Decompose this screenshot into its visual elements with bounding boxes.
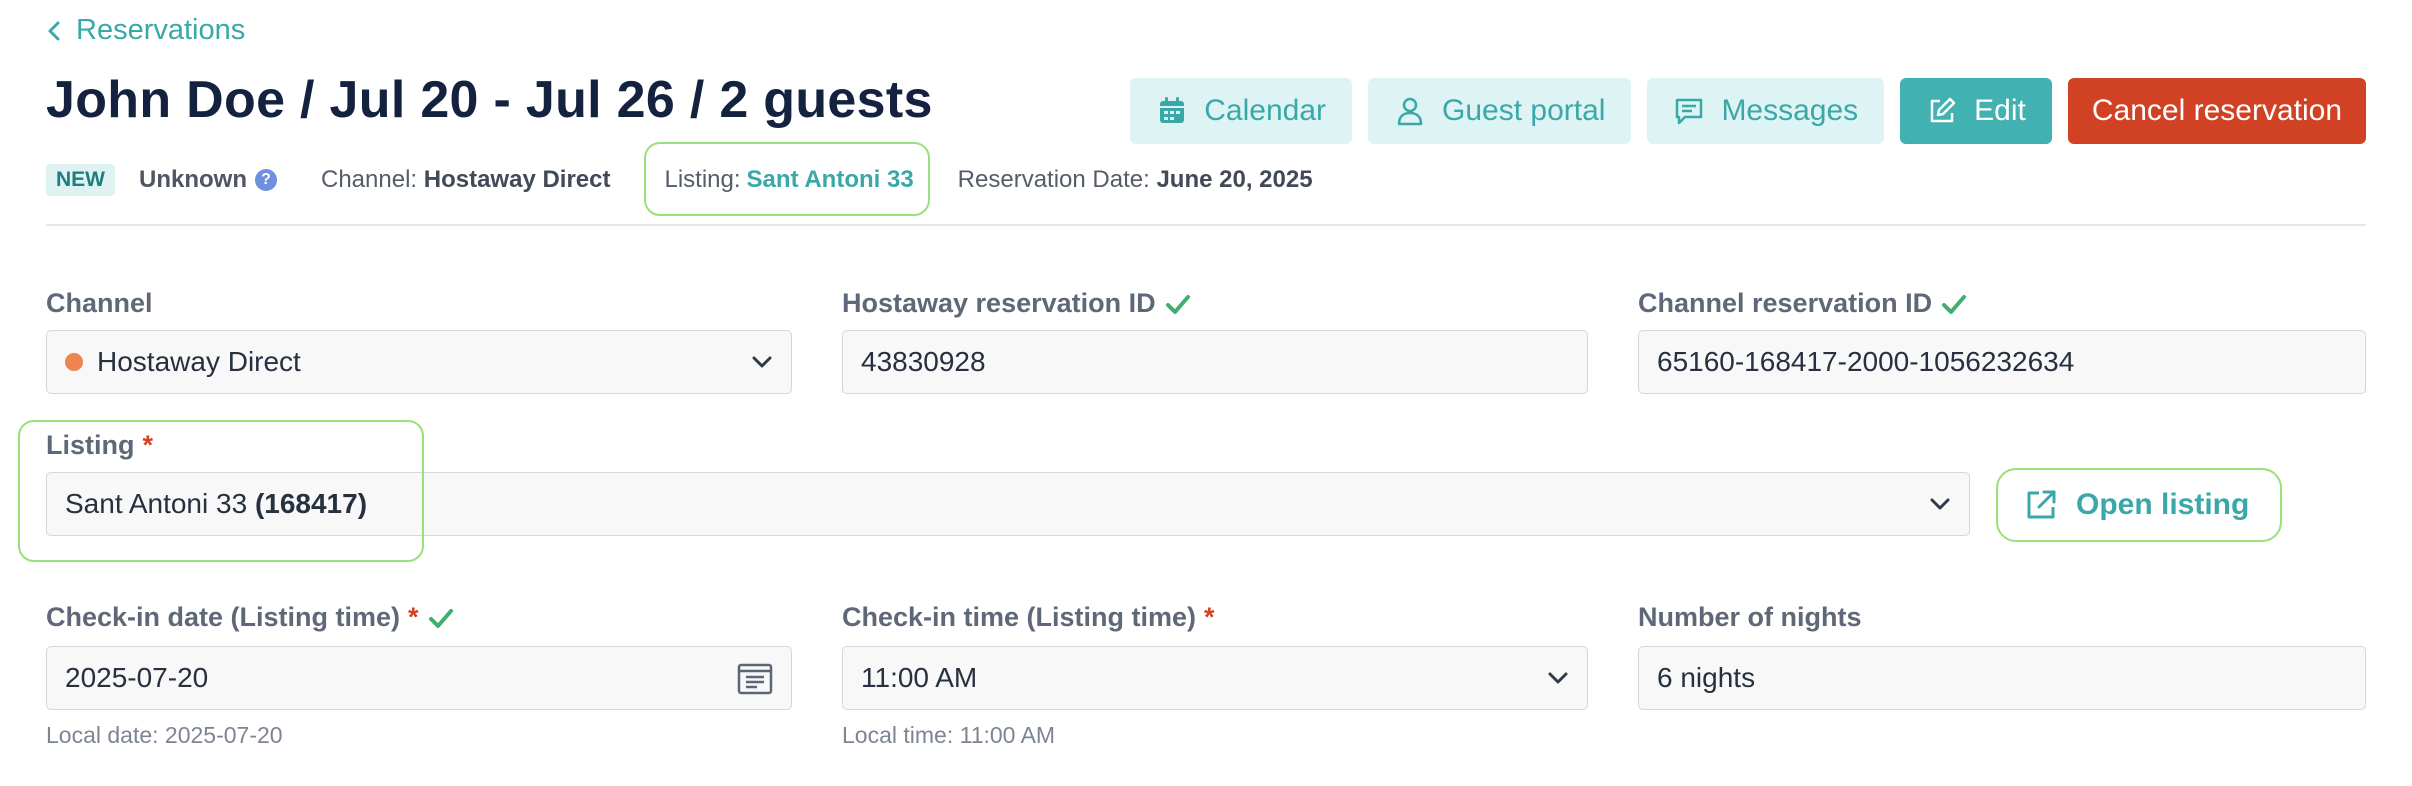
nights-value: 6 nights: [1657, 662, 1756, 693]
meta-listing-link[interactable]: Sant Antoni 33: [747, 166, 914, 194]
page-title: John Doe / Jul 20 - Jul 26 / 2 guests: [46, 71, 933, 129]
checkin-date-input[interactable]: 2025-07-20: [46, 646, 792, 710]
help-icon[interactable]: ?: [255, 169, 277, 191]
meta-reservation-date-label: Reservation Date:: [957, 166, 1150, 193]
meta-channel-label: Channel:: [321, 166, 418, 193]
hostaway-id-label: Hostaway reservation ID: [842, 288, 1192, 319]
listing-label: Listing *: [46, 430, 153, 461]
check-icon: [428, 608, 453, 628]
calendar-button[interactable]: Calendar: [1130, 78, 1353, 144]
calendar-icon[interactable]: [737, 661, 773, 695]
meta-listing: Listing: Sant Antoni 33: [655, 160, 924, 200]
edit-button-label: Edit: [1974, 94, 2026, 127]
listing-select[interactable]: Sant Antoni 33 (168417): [46, 472, 1970, 536]
reservation-meta: NEW Unknown ? Channel: Hostaway Direct L…: [46, 160, 1313, 200]
open-listing-label: Open listing: [2076, 488, 2250, 521]
user-icon: [1397, 97, 1423, 126]
cancel-reservation-label: Cancel reservation: [2091, 94, 2342, 127]
required-asterisk: *: [1204, 602, 1215, 632]
channel-select[interactable]: Hostaway Direct: [46, 330, 792, 394]
required-asterisk: *: [142, 430, 154, 460]
check-icon: [1942, 294, 1967, 314]
guest-portal-button-label: Guest portal: [1442, 94, 1606, 127]
listing-id: (168417): [254, 488, 368, 519]
open-listing-link[interactable]: Open listing: [2024, 488, 2249, 522]
channel-label: Channel: [46, 288, 153, 319]
listing-select-value: Sant Antoni 33 (168417): [65, 488, 1929, 520]
chevron-down-icon: [1930, 498, 1950, 510]
channel-reservation-id-label: Channel reservation ID: [1638, 288, 1968, 319]
checkin-time-hint: Local time: 11:00 AM: [842, 722, 1056, 748]
hostaway-id-label-text: Hostaway reservation ID: [842, 288, 1156, 318]
chevron-down-icon: [752, 356, 772, 368]
channel-label-text: Channel: [46, 288, 153, 318]
external-link-icon: [2027, 490, 2056, 519]
hostaway-id-value: 43830928: [861, 346, 986, 377]
chevron-left-icon: [48, 21, 60, 40]
channel-reservation-id-field[interactable]: 65160-168417-2000-1056232634: [1638, 330, 2366, 394]
meta-channel-value: Hostaway Direct: [423, 166, 611, 193]
chevron-down-icon: [1548, 672, 1568, 684]
listing-label-text: Listing: [46, 430, 135, 460]
meta-reservation-date-value: June 20, 2025: [1156, 166, 1313, 193]
channel-reservation-id-value: 65160-168417-2000-1056232634: [1657, 346, 2075, 377]
checkin-date-label-text: Check-in date (Listing time): [46, 602, 401, 632]
hostaway-id-field[interactable]: 43830928: [842, 330, 1588, 394]
nights-label: Number of nights: [1638, 602, 1862, 633]
back-link-label: Reservations: [76, 14, 246, 46]
channel-color-dot: [65, 353, 83, 371]
listing-name: Sant Antoni 33: [65, 488, 248, 519]
meta-listing-label: Listing:: [664, 166, 741, 193]
checkin-date-hint: Local date: 2025-07-20: [46, 722, 283, 748]
check-icon: [1165, 294, 1190, 314]
checkin-time-value: 11:00 AM: [861, 662, 978, 693]
checkin-time-label: Check-in time (Listing time) *: [842, 602, 1215, 633]
required-asterisk: *: [408, 602, 419, 632]
edit-button[interactable]: Edit: [1900, 78, 2052, 144]
calendar-button-label: Calendar: [1204, 94, 1327, 127]
header-actions: Calendar Guest portal Messages Edit Canc…: [1130, 78, 2366, 144]
header-divider: [46, 224, 2366, 226]
edit-icon: [1930, 97, 1956, 123]
verification-status: Unknown: [139, 166, 247, 193]
nights-label-text: Number of nights: [1638, 602, 1862, 632]
nights-field[interactable]: 6 nights: [1638, 646, 2366, 710]
calendar-icon: [1160, 97, 1185, 123]
guest-portal-button[interactable]: Guest portal: [1368, 78, 1632, 144]
checkin-date-label: Check-in date (Listing time) *: [46, 602, 455, 633]
channel-select-value: Hostaway Direct: [97, 346, 301, 377]
checkin-time-label-text: Check-in time (Listing time): [842, 602, 1197, 632]
status-badge: NEW: [46, 164, 115, 196]
cancel-reservation-button[interactable]: Cancel reservation: [2067, 78, 2366, 144]
messages-button-label: Messages: [1721, 94, 1859, 127]
checkin-time-select[interactable]: 11:00 AM: [842, 646, 1588, 710]
back-to-reservations-link[interactable]: Reservations: [46, 14, 245, 47]
messages-button[interactable]: Messages: [1647, 78, 1885, 144]
channel-reservation-id-label-text: Channel reservation ID: [1638, 288, 1933, 318]
checkin-date-value: 2025-07-20: [65, 662, 209, 693]
message-icon: [1676, 98, 1703, 125]
